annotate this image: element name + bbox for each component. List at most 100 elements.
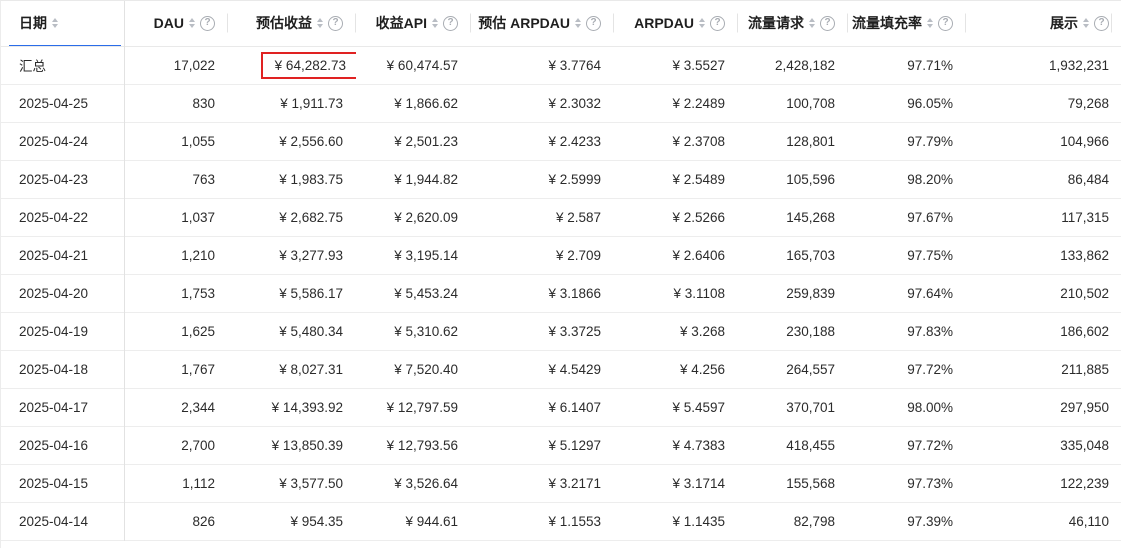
cell-value: ¥ 5.1297 [548,437,601,453]
cell-value: ¥ 3,577.50 [279,475,343,491]
cell-value: 117,315 [1061,209,1109,225]
sort-caret-icon[interactable] [699,18,705,29]
column-label-dau: DAU [153,15,184,32]
cell-value: 210,502 [1060,285,1109,301]
cell-value: ¥ 3.3725 [548,323,601,339]
help-icon[interactable]: ? [938,15,953,31]
cell-revenue-api: ¥ 12,793.56 [356,426,471,465]
column-label-date: 日期 [19,15,47,32]
cell-date: 2025-04-19 [1,312,125,351]
cell-estimated-arpdau: ¥ 3.3725 [471,312,614,351]
cell-value: ¥ 3.2171 [548,475,601,491]
cell-value: ¥ 3,277.93 [279,247,343,263]
caret-down-icon [189,24,195,29]
column-header-date[interactable]: 日期 [1,1,125,47]
sort-caret-icon[interactable] [809,18,815,29]
cell-impressions: 186,602 [966,312,1121,351]
cell-fill-rate: 96.05% [848,84,966,123]
cell-traffic-requests: 145,268 [738,198,848,237]
column-label-traffic-requests: 流量请求 [748,15,804,32]
column-header-arpdau[interactable]: ARPDAU? [614,1,738,47]
cell-fill-rate: 97.67% [848,198,966,237]
cell-value: ¥ 8,027.31 [279,361,343,377]
column-header-impressions[interactable]: 展示? [966,1,1121,47]
table-header-row: 日期 DAU? 预估收益? 收益API? 预估 ARPDAU? ARPDAU? 流量请求? 流… [1,1,1121,47]
help-icon[interactable]: ? [443,15,458,31]
cell-estimated-arpdau: ¥ 5.1297 [471,426,614,465]
cell-value: ¥ 2.4233 [548,133,601,149]
cell-arpdau: ¥ 3.268 [614,312,738,351]
cell-value: 2025-04-21 [19,247,89,263]
cell-date: 2025-04-17 [1,388,125,427]
cell-traffic-requests: 230,188 [738,312,848,351]
cell-value: 418,455 [786,437,835,453]
cell-value: ¥ 6.1407 [548,399,601,415]
sort-caret-icon[interactable] [927,18,933,29]
cell-value: 1,753 [181,285,215,301]
sort-caret-icon[interactable] [52,18,58,29]
cell-estimated-arpdau: ¥ 6.1407 [471,388,614,427]
ad-revenue-report-table: 日期 DAU? 预估收益? 收益API? 预估 ARPDAU? ARPDAU? 流量请求? 流… [0,0,1121,548]
cell-value: 1,625 [181,323,215,339]
cell-value: 97.67% [907,209,953,225]
cell-value: 97.71% [907,57,953,73]
cell-value: 211,885 [1061,361,1109,377]
column-header-fill-rate[interactable]: 流量填充率? [848,1,966,47]
sort-caret-icon[interactable] [189,18,195,29]
sort-caret-icon[interactable] [317,18,323,29]
cell-estimated-arpdau: ¥ 3.1866 [471,274,614,313]
help-icon[interactable]: ? [586,15,601,31]
cell-value: ¥ 1,866.62 [394,95,458,111]
cell-revenue-api: ¥ 7,520.40 [356,350,471,389]
cell-estimated-revenue: ¥ 8,027.31 [228,350,356,389]
column-label-impressions: 展示 [1050,15,1078,32]
cell-value: ¥ 5.4597 [672,399,725,415]
cell-value: ¥ 2.2489 [672,95,725,111]
cell-date: 2025-04-21 [1,236,125,275]
help-icon[interactable]: ? [328,15,343,31]
cell-dau: 2,700 [125,426,228,465]
cell-estimated-arpdau: ¥ 2.4233 [471,122,614,161]
column-header-traffic-requests[interactable]: 流量请求? [738,1,848,47]
cell-value: ¥ 4.5429 [548,361,601,377]
cell-value: 186,602 [1060,323,1109,339]
column-header-estimated-arpdau[interactable]: 预估 ARPDAU? [471,1,614,47]
cell-value: ¥ 2.5999 [548,171,601,187]
cell-estimated-arpdau: ¥ 2.5999 [471,160,614,199]
column-header-estimated-revenue[interactable]: 预估收益? [228,1,356,47]
cell-value: 370,701 [786,399,835,415]
column-header-dau[interactable]: DAU? [125,1,228,47]
table-row: 2025-04-22 1,037 ¥ 2,682.75 ¥ 2,620.09 ¥ 2.5… [1,198,1121,237]
cell-value: ¥ 2,620.09 [394,209,458,225]
help-icon[interactable]: ? [820,15,835,31]
sort-caret-icon[interactable] [575,18,581,29]
sort-caret-icon[interactable] [432,18,438,29]
cell-value: 98.20% [907,171,953,187]
cell-traffic-requests: 165,703 [738,236,848,275]
cell-estimated-revenue: ¥ 1,911.73 [228,84,356,123]
sort-caret-icon[interactable] [1083,18,1089,29]
cell-date: 汇总 [1,46,125,85]
cell-traffic-requests: 155,568 [738,464,848,503]
cell-impressions: 133,862 [966,236,1121,275]
cell-value: 2025-04-22 [19,209,89,225]
column-label-revenue-api: 收益API [375,15,427,32]
help-icon[interactable]: ? [1094,15,1109,31]
cell-value: 128,801 [786,133,835,149]
cell-impressions: 79,268 [966,84,1121,123]
help-icon[interactable]: ? [200,15,215,31]
cell-estimated-revenue: ¥ 3,277.93 [228,236,356,275]
cell-value: 97.39% [907,513,953,529]
cell-impressions: 86,484 [966,160,1121,199]
cell-value: 1,210 [181,247,215,263]
table-row: 2025-04-21 1,210 ¥ 3,277.93 ¥ 3,195.14 ¥ 2.7… [1,236,1121,275]
cell-impressions: 297,950 [966,388,1121,427]
cell-dau: 1,753 [125,274,228,313]
cell-arpdau: ¥ 3.1108 [614,274,738,313]
column-header-revenue-api[interactable]: 收益API? [356,1,471,47]
caret-up-icon [575,18,581,23]
cell-traffic-requests: 128,801 [738,122,848,161]
cell-value: ¥ 13,850.39 [271,437,343,453]
help-icon[interactable]: ? [710,15,725,31]
cell-value: 826 [192,513,215,529]
